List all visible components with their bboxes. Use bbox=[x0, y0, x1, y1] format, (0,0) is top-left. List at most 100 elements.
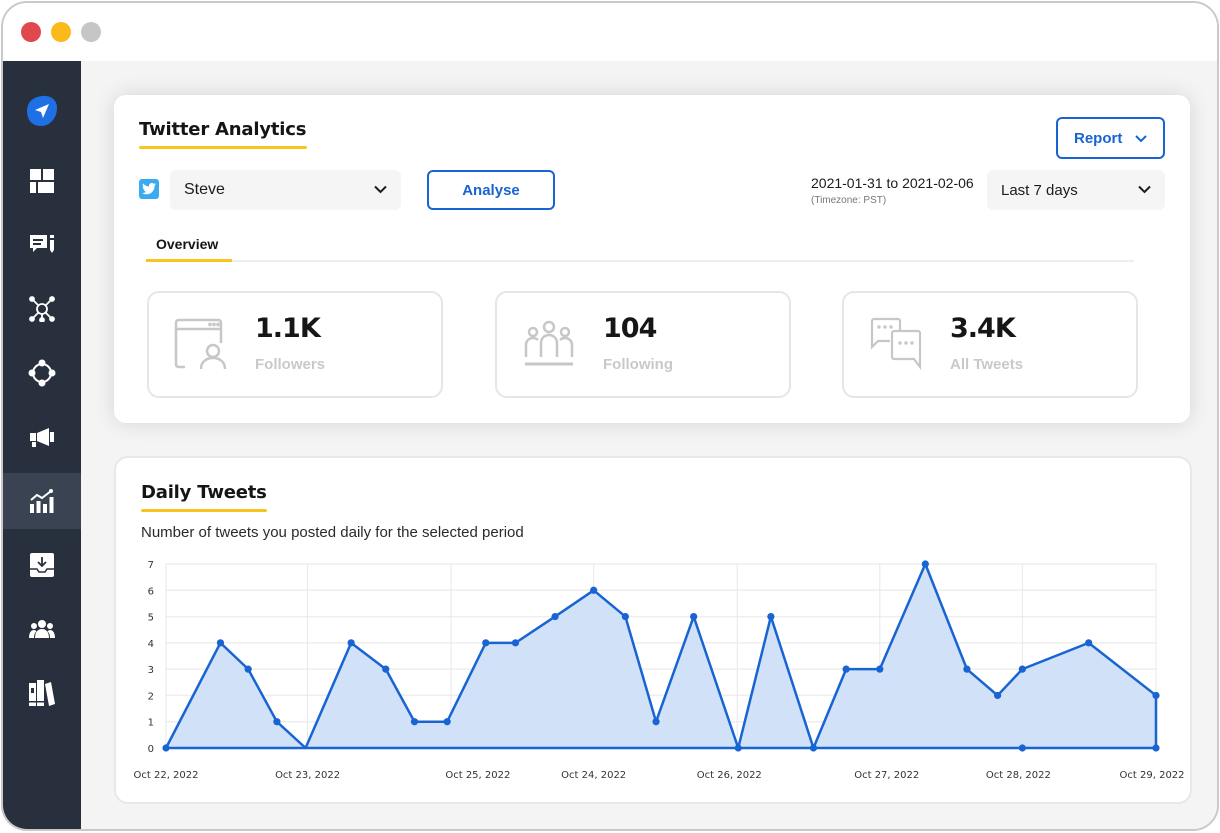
x-tick-label: Oct 26, 2022 bbox=[697, 770, 762, 781]
sidebar-item-library[interactable] bbox=[3, 665, 81, 721]
x-tick-label: Oct 23, 2022 bbox=[275, 770, 340, 781]
twitter-analytics-card: Twitter Analytics Report Steve Analyse 2… bbox=[114, 95, 1190, 423]
twitter-icon bbox=[139, 179, 159, 199]
tab-active-indicator bbox=[146, 259, 232, 262]
daily-tweets-chart: 0 1 2 3 4 5 6 7 Oct 22, 2022 Oct 23, 2022 Oct 25, … bbox=[134, 560, 1185, 781]
y-tick-label: 4 bbox=[148, 639, 154, 650]
title-bar bbox=[3, 3, 1217, 61]
tweets-icon bbox=[870, 317, 922, 371]
x-tick-label: Oct 29, 2022 bbox=[1120, 770, 1185, 781]
followers-label: Followers bbox=[255, 356, 326, 373]
x-tick-label: Oct 27, 2022 bbox=[854, 770, 919, 781]
sidebar-item-home[interactable] bbox=[3, 83, 81, 139]
followers-count: 1.1K bbox=[255, 313, 321, 344]
data-point bbox=[482, 639, 490, 647]
data-point bbox=[876, 665, 884, 673]
zoom-window-button[interactable] bbox=[81, 22, 101, 42]
x-tick-label: Oct 25, 2022 bbox=[445, 770, 510, 781]
analyse-button[interactable]: Analyse bbox=[427, 170, 555, 210]
data-point bbox=[652, 718, 660, 726]
data-point bbox=[511, 639, 520, 647]
dashboard-icon bbox=[30, 169, 54, 193]
data-point bbox=[162, 744, 170, 752]
data-point bbox=[410, 718, 419, 726]
following-icon bbox=[524, 320, 574, 366]
data-point bbox=[1152, 744, 1160, 752]
x-tick-label: Oct 24, 2022 bbox=[561, 770, 626, 781]
main-content: Twitter Analytics Report Steve Analyse 2… bbox=[81, 61, 1217, 829]
sidebar-item-messages[interactable] bbox=[3, 217, 81, 273]
y-tick-label: 7 bbox=[148, 560, 154, 571]
chevron-down-icon bbox=[1138, 185, 1151, 194]
data-point bbox=[842, 665, 850, 673]
y-tick-label: 3 bbox=[148, 665, 154, 676]
report-label: Report bbox=[1074, 129, 1123, 147]
account-select-value: Steve bbox=[184, 181, 225, 198]
chevron-down-icon bbox=[374, 185, 387, 194]
connections-icon bbox=[28, 359, 56, 387]
y-tick-label: 0 bbox=[148, 744, 154, 755]
x-tick-label: Oct 22, 2022 bbox=[134, 770, 199, 781]
following-count: 104 bbox=[603, 313, 657, 344]
data-point bbox=[690, 612, 698, 621]
sidebar-item-team[interactable] bbox=[3, 601, 81, 657]
users-icon bbox=[29, 620, 55, 638]
stat-card-followers: 1.1K Followers bbox=[147, 291, 443, 398]
minimize-window-button[interactable] bbox=[51, 22, 71, 42]
period-select-value: Last 7 days bbox=[1001, 181, 1078, 199]
sidebar bbox=[3, 61, 81, 829]
sidebar-item-network[interactable] bbox=[3, 281, 81, 337]
tweets-count: 3.4K bbox=[950, 313, 1016, 344]
data-point bbox=[216, 639, 225, 647]
sidebar-item-campaigns[interactable] bbox=[3, 409, 81, 465]
sidebar-item-connections[interactable] bbox=[3, 345, 81, 401]
chevron-down-icon bbox=[1135, 135, 1147, 143]
period-select[interactable]: Last 7 days bbox=[987, 170, 1165, 210]
data-point bbox=[347, 639, 355, 647]
y-tick-label: 2 bbox=[148, 691, 154, 702]
data-point bbox=[809, 744, 818, 752]
area-fill bbox=[166, 564, 1156, 748]
page-title: Twitter Analytics bbox=[139, 119, 307, 140]
data-point bbox=[551, 612, 559, 621]
data-point bbox=[590, 586, 598, 594]
followers-icon bbox=[174, 318, 227, 370]
sidebar-item-dashboard[interactable] bbox=[3, 153, 81, 209]
tab-overview[interactable]: Overview bbox=[156, 236, 218, 252]
data-point bbox=[767, 612, 775, 621]
data-point bbox=[1152, 691, 1160, 700]
daily-tweets-card: Daily Tweets Number of tweets you posted… bbox=[114, 456, 1192, 804]
timezone-label: (Timezone: PST) bbox=[811, 195, 887, 206]
y-tick-label: 5 bbox=[148, 613, 154, 624]
data-point bbox=[1085, 639, 1093, 647]
analytics-icon bbox=[30, 489, 54, 513]
data-point bbox=[443, 718, 451, 726]
stat-card-following: 104 Following bbox=[495, 291, 791, 398]
title-underline bbox=[139, 146, 307, 149]
tweets-label: All Tweets bbox=[950, 356, 1024, 373]
library-icon bbox=[29, 680, 55, 706]
inbox-download-icon bbox=[30, 553, 54, 577]
data-point bbox=[621, 612, 629, 621]
data-point bbox=[963, 665, 971, 673]
sidebar-item-inbox[interactable] bbox=[3, 537, 81, 593]
data-point bbox=[273, 718, 281, 726]
data-point bbox=[1018, 665, 1026, 673]
tab-divider bbox=[146, 260, 1134, 262]
data-point bbox=[1018, 744, 1026, 752]
x-tick-label: Oct 28, 2022 bbox=[986, 770, 1051, 781]
close-window-button[interactable] bbox=[21, 22, 41, 42]
data-point bbox=[921, 560, 929, 568]
data-point bbox=[734, 744, 742, 752]
send-logo-icon bbox=[27, 95, 57, 126]
comment-edit-icon bbox=[30, 235, 54, 253]
y-tick-label: 1 bbox=[148, 718, 154, 729]
data-point bbox=[244, 665, 252, 673]
megaphone-icon bbox=[30, 428, 54, 447]
y-tick-label: 6 bbox=[148, 586, 154, 597]
app-window: Twitter Analytics Report Steve Analyse 2… bbox=[1, 1, 1219, 831]
network-icon bbox=[29, 296, 55, 322]
account-select[interactable]: Steve bbox=[170, 170, 401, 210]
sidebar-item-analytics[interactable] bbox=[3, 473, 81, 529]
report-button[interactable]: Report bbox=[1056, 117, 1165, 159]
